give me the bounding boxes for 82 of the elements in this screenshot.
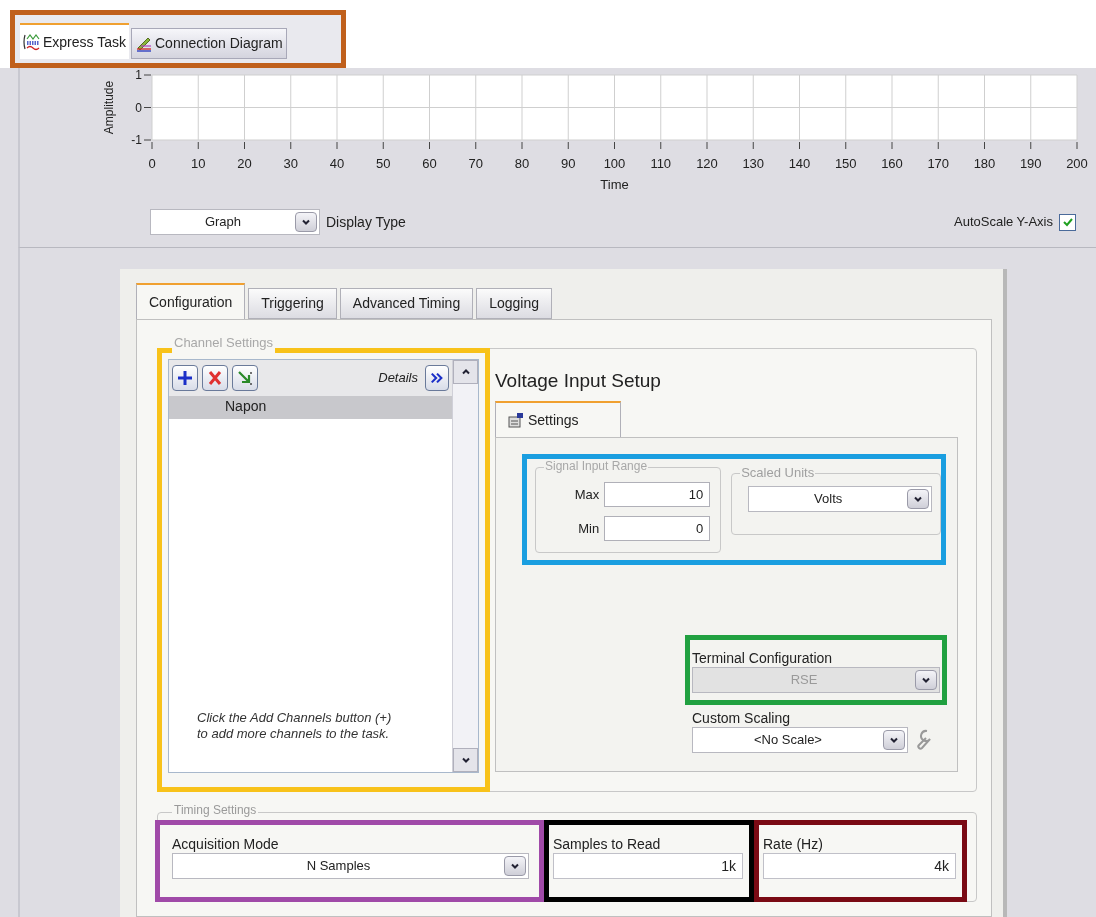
caret-icon [921, 675, 931, 685]
arrow-icon [237, 370, 253, 386]
x-icon [207, 370, 223, 386]
x-tick-label: 100 [603, 156, 626, 171]
caret-icon [510, 861, 520, 871]
settings-icon [508, 412, 524, 428]
field-label: Rate (Hz) [763, 835, 824, 853]
display-type-dropdown[interactable]: Graph [150, 209, 320, 235]
x-tick-label: 80 [514, 156, 530, 171]
scrollbar[interactable] [452, 360, 478, 772]
field-label: Samples to Read [553, 835, 662, 853]
input-field[interactable]: 10 [604, 482, 711, 507]
caret-icon [460, 755, 471, 765]
tab[interactable]: Configuration [136, 283, 246, 319]
display-type-label: Display Type [326, 212, 406, 232]
delete-button[interactable] [202, 365, 228, 391]
plus-icon [177, 370, 193, 386]
autoscale-label: AutoScale Y-Axis [954, 213, 1053, 232]
dropdown-arrow-button[interactable] [907, 489, 930, 509]
tab[interactable]: Express Task [20, 23, 129, 59]
y-tick-label: 1 [135, 68, 142, 82]
input-field[interactable]: 4k [763, 853, 956, 879]
y-axis-title: Amplitude [102, 80, 116, 135]
tab[interactable]: Connection Diagram [131, 28, 287, 59]
group-title: Timing Settings [172, 803, 259, 817]
field-label: Custom Scaling [692, 709, 792, 727]
x-tick-label: 10 [191, 156, 206, 171]
x-tick-label: 60 [422, 156, 437, 171]
tab[interactable]: Logging [476, 288, 553, 319]
x-tick-label: 160 [881, 156, 903, 171]
caret-icon [913, 494, 924, 504]
x-tick-label: 20 [237, 156, 252, 171]
x-tick-label: 150 [834, 156, 857, 171]
x-tick-label: 50 [376, 156, 391, 171]
acquisition-mode-dropdown[interactable]: N Samples [172, 853, 529, 879]
x-tick-label: 140 [788, 156, 811, 171]
x-tick-label: 40 [329, 156, 345, 171]
input-field[interactable]: 1k [553, 853, 743, 879]
input-field[interactable]: 0 [604, 516, 711, 541]
caret-icon [889, 735, 899, 745]
x-tick-label: 130 [742, 156, 765, 171]
x-tick-label: 70 [468, 156, 483, 171]
field-label: Max [574, 485, 600, 504]
double-chevron-icon [430, 371, 444, 385]
details-label: Details [378, 369, 418, 388]
field-label: Terminal Configuration [692, 649, 834, 667]
y-axis [143, 74, 152, 141]
caret-icon [301, 217, 311, 227]
caret-up-icon [460, 367, 471, 377]
x-tick-label: 110 [650, 156, 672, 171]
arrow-button[interactable] [232, 365, 258, 391]
field-label: Acquisition Mode [172, 835, 280, 853]
scroll-down-button[interactable] [453, 748, 478, 772]
checkmark-icon [1061, 216, 1074, 228]
setup-title: Voltage Input Setup [495, 369, 662, 393]
custom-scaling-dropdown[interactable]: <No Scale> [692, 727, 908, 753]
x-tick-label: 120 [696, 156, 718, 171]
x-tick-label: 0 [148, 156, 156, 171]
channel-row[interactable]: Napon [169, 396, 452, 419]
x-tick-label: 200 [1066, 156, 1088, 171]
group-title: Signal Input Range [544, 459, 649, 473]
checkbox[interactable] [1059, 213, 1076, 231]
details-button[interactable] [425, 365, 449, 391]
x-tick-label: 30 [283, 156, 298, 171]
x-axis-title: Time [600, 177, 629, 192]
y-tick-label: 0 [135, 100, 142, 115]
x-tick-label: 170 [927, 156, 950, 171]
x-tick-label: 90 [561, 156, 576, 171]
hint-text: Click the Add Channels button (+) to add more channels to the task. [196, 710, 393, 743]
tab[interactable]: Triggering [248, 288, 337, 319]
dropdown-arrow-button[interactable] [295, 212, 317, 232]
y-tick-label: -1 [131, 133, 142, 147]
scaled-units-dropdown[interactable]: Volts [748, 486, 933, 512]
dropdown-arrow-button[interactable] [883, 730, 905, 750]
field-label: Min [578, 519, 600, 538]
tab[interactable]: Settings [495, 401, 621, 437]
tab[interactable]: Advanced Timing [339, 288, 474, 319]
add-button[interactable] [172, 365, 198, 391]
x-tick-label: 190 [1019, 156, 1042, 171]
waveform-icon [23, 33, 41, 51]
x-tick-label: 180 [973, 156, 996, 171]
dropdown-arrow-button[interactable] [504, 856, 526, 876]
